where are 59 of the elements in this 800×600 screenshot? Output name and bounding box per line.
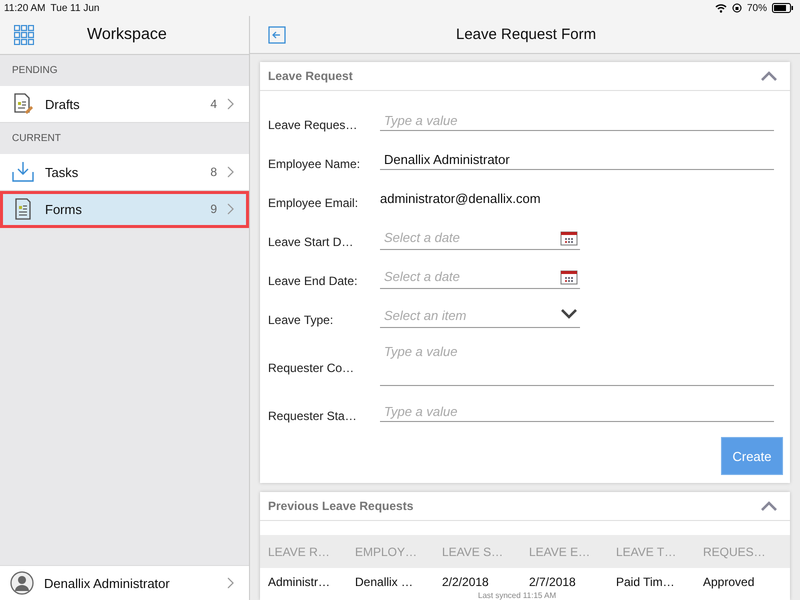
section-heading: CURRENT xyxy=(11,132,62,146)
chevron-right-icon xyxy=(227,166,235,178)
nav-label: Forms xyxy=(45,202,83,216)
table-cell-text: Denallix … xyxy=(355,575,414,589)
chevron-down-icon xyxy=(560,308,578,320)
status-date: Tue 11 Jun xyxy=(50,2,100,14)
battery-percent: 70% xyxy=(746,2,767,14)
create-button[interactable]: Create xyxy=(721,437,783,475)
field-label: Requester Co… xyxy=(268,360,356,374)
section-heading: PENDING xyxy=(11,64,59,78)
nav-label: Drafts xyxy=(45,96,81,112)
field-label: Leave Start D… xyxy=(268,234,354,248)
column-header[interactable]: LEAVE R… xyxy=(268,544,355,558)
item-count: 4 xyxy=(210,97,217,111)
column-header[interactable]: LEAVE S… xyxy=(442,544,529,558)
field-label: Leave End Date: xyxy=(268,274,358,288)
status-time: 11:20 AM xyxy=(4,2,46,14)
field-label: Employee Name: xyxy=(268,156,362,170)
app-grid-icon[interactable] xyxy=(14,25,34,45)
field-label: Requester Sta… xyxy=(268,408,358,422)
page-title: Leave Request Form xyxy=(456,26,596,43)
item-count: 9 xyxy=(210,202,217,216)
chevron-right-icon xyxy=(227,577,235,589)
tray-download-icon xyxy=(11,160,35,184)
nav-item[interactable]: Tasks 8 xyxy=(0,154,249,191)
sidebar-title: Workspace xyxy=(87,26,167,44)
field-value: administrator@denallix.com xyxy=(380,191,541,206)
column-header[interactable]: LEAVE T… xyxy=(616,544,703,558)
field-label: Employee Email: xyxy=(268,196,360,210)
column-header[interactable]: LEAVE E… xyxy=(529,544,616,558)
table-cell-text: Approved xyxy=(703,575,756,589)
calendar-icon xyxy=(560,230,578,246)
user-row[interactable]: Denallix Administrator xyxy=(0,565,249,600)
nav-item[interactable]: Forms 9 xyxy=(0,191,249,228)
calendar-icon xyxy=(560,268,578,284)
table-cell-text: 2/7/2018 xyxy=(529,575,577,589)
sync-note: Last synced 11:15 AM xyxy=(478,591,556,600)
table-cell-text: Paid Tim… xyxy=(616,575,676,589)
chevron-right-icon xyxy=(227,203,235,215)
column-header[interactable]: REQUES… xyxy=(703,544,790,558)
table-cell-text: 2/2/2018 xyxy=(442,575,490,589)
card-title: Previous Leave Requests xyxy=(268,499,414,513)
battery-icon xyxy=(772,3,794,13)
chevron-right-icon xyxy=(227,98,235,110)
field-label: Leave Type: xyxy=(268,312,334,326)
orientation-lock-icon xyxy=(732,3,742,13)
collapse-panel-icon[interactable] xyxy=(268,26,286,44)
wifi-icon xyxy=(714,3,727,13)
nav-label: Tasks xyxy=(45,164,80,180)
item-count: 8 xyxy=(210,165,217,179)
chevron-up-icon[interactable] xyxy=(760,70,778,82)
field-label: Leave Reques… xyxy=(268,118,358,132)
avatar-icon xyxy=(10,571,34,595)
table-cell-text: Administr… xyxy=(268,575,332,589)
chevron-up-icon[interactable] xyxy=(760,500,778,512)
card-title: Leave Request xyxy=(268,69,353,83)
nav-item[interactable]: Drafts 4 xyxy=(0,86,249,123)
column-header[interactable]: EMPLOY… xyxy=(355,544,442,558)
user-name: Denallix Administrator xyxy=(44,576,171,590)
